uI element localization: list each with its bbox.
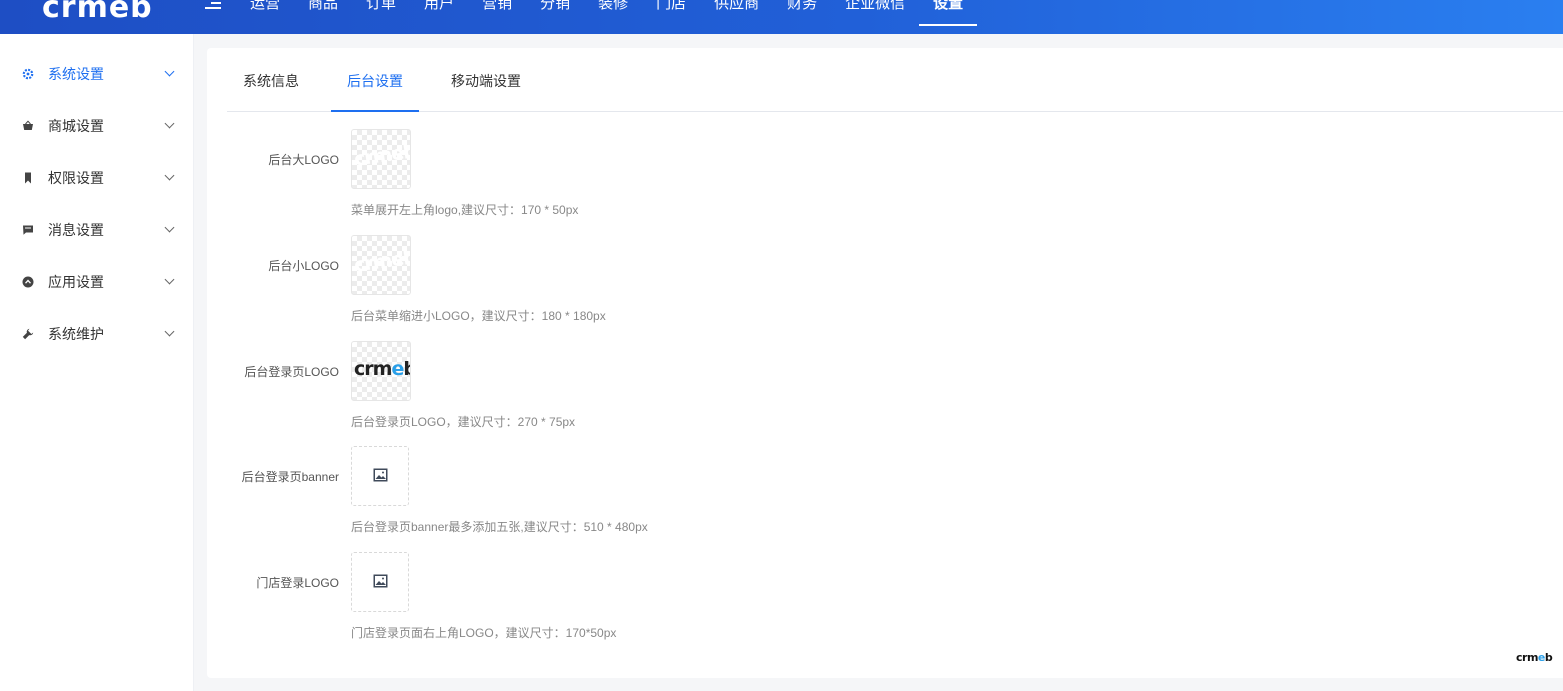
nav-item-products[interactable]: 商品 xyxy=(294,0,352,22)
chevron-down-icon xyxy=(164,170,175,181)
nav-item-wecom[interactable]: 企业微信 xyxy=(831,0,919,22)
menu-collapse-icon[interactable] xyxy=(205,0,221,11)
footer-brand-logo: crmeb xyxy=(1516,651,1553,664)
sidebar-item-system-settings[interactable]: 系统设置 xyxy=(0,48,193,100)
sidebar-item-mall-settings[interactable]: 商城设置 xyxy=(0,100,193,152)
chevron-down-icon xyxy=(164,66,175,77)
tab-system-info[interactable]: 系统信息 xyxy=(227,48,315,111)
basket-icon xyxy=(23,120,33,130)
sidebar: 系统设置 商城设置 权限设置 消息设置 应用设置 系统维护 xyxy=(0,34,194,691)
brand-logo[interactable]: crmeb xyxy=(42,0,153,28)
nav-item-stores[interactable]: 门店 xyxy=(642,0,700,22)
field-label: 后台大LOGO xyxy=(268,153,339,167)
tab-bar: 系统信息 后台设置 移动端设置 xyxy=(227,48,1563,112)
sidebar-item-permission-settings[interactable]: 权限设置 xyxy=(0,152,193,204)
image-upload-button[interactable] xyxy=(351,446,409,506)
sidebar-item-label: 消息设置 xyxy=(48,222,104,238)
field-label: 后台登录页banner xyxy=(241,470,339,484)
chevron-down-icon xyxy=(164,326,175,337)
settings-card: 系统信息 后台设置 移动端设置 后台大LOGO crmeb 菜单展开左上角log… xyxy=(207,48,1563,678)
field-hint: 后台登录页banner最多添加五张,建议尺寸：510 * 480px xyxy=(351,520,648,534)
chevron-down-icon xyxy=(164,118,175,129)
logo-watermark: crmeb xyxy=(352,246,411,277)
sidebar-item-label: 系统设置 xyxy=(48,66,104,82)
nav-item-finance[interactable]: 财务 xyxy=(773,0,831,22)
chevron-down-icon xyxy=(164,222,175,233)
sidebar-item-label: 系统维护 xyxy=(48,326,104,342)
sidebar-item-message-settings[interactable]: 消息设置 xyxy=(0,204,193,256)
logo-watermark: crmeb xyxy=(352,140,411,171)
field-label: 后台小LOGO xyxy=(268,259,339,273)
field-hint: 菜单展开左上角logo,建议尺寸：170 * 50px xyxy=(351,203,579,217)
top-header: crmeb 运营 商品 订单 用户 营销 分销 装修 门店 供应商 财务 企业微… xyxy=(0,0,1563,34)
sidebar-item-label: 应用设置 xyxy=(48,274,104,290)
message-icon xyxy=(23,225,33,235)
logo-image-preview[interactable]: crmeb xyxy=(351,129,411,189)
nav-item-users[interactable]: 用户 xyxy=(410,0,468,22)
nav-item-settings[interactable]: 设置 xyxy=(919,0,978,26)
nav-item-decoration[interactable]: 装修 xyxy=(584,0,642,22)
logo-watermark: crmeb xyxy=(354,358,410,380)
gear-icon xyxy=(22,68,34,80)
field-label: 后台登录页LOGO xyxy=(244,365,339,379)
sidebar-item-system-maintenance[interactable]: 系统维护 xyxy=(0,308,193,360)
nav-item-distribution[interactable]: 分销 xyxy=(526,0,584,22)
field-hint: 后台登录页LOGO，建议尺寸：270 * 75px xyxy=(351,415,576,429)
tab-admin-settings[interactable]: 后台设置 xyxy=(331,48,419,112)
image-icon xyxy=(373,468,388,482)
field-label: 门店登录LOGO xyxy=(256,576,339,590)
sidebar-item-label: 商城设置 xyxy=(48,118,104,134)
bookmark-icon xyxy=(25,172,31,184)
nav-item-operation[interactable]: 运营 xyxy=(236,0,294,22)
app-icon xyxy=(22,276,34,288)
logo-image-preview[interactable]: crmeb xyxy=(351,235,411,295)
image-upload-button[interactable] xyxy=(351,552,409,612)
wrench-icon xyxy=(22,328,34,340)
field-hint: 门店登录页面右上角LOGO，建议尺寸：170*50px xyxy=(351,626,617,640)
field-hint: 后台菜单缩进小LOGO，建议尺寸：180 * 180px xyxy=(351,309,606,323)
tab-mobile-settings[interactable]: 移动端设置 xyxy=(435,48,537,111)
sidebar-item-label: 权限设置 xyxy=(48,170,104,186)
top-nav: 运营 商品 订单 用户 营销 分销 装修 门店 供应商 财务 企业微信 设置 xyxy=(236,0,978,26)
nav-item-orders[interactable]: 订单 xyxy=(352,0,410,22)
nav-item-marketing[interactable]: 营销 xyxy=(468,0,526,22)
logo-image-preview[interactable]: crmeb xyxy=(351,341,411,401)
sidebar-item-app-settings[interactable]: 应用设置 xyxy=(0,256,193,308)
nav-item-suppliers[interactable]: 供应商 xyxy=(700,0,773,22)
chevron-down-icon xyxy=(164,274,175,285)
image-icon xyxy=(373,574,388,588)
